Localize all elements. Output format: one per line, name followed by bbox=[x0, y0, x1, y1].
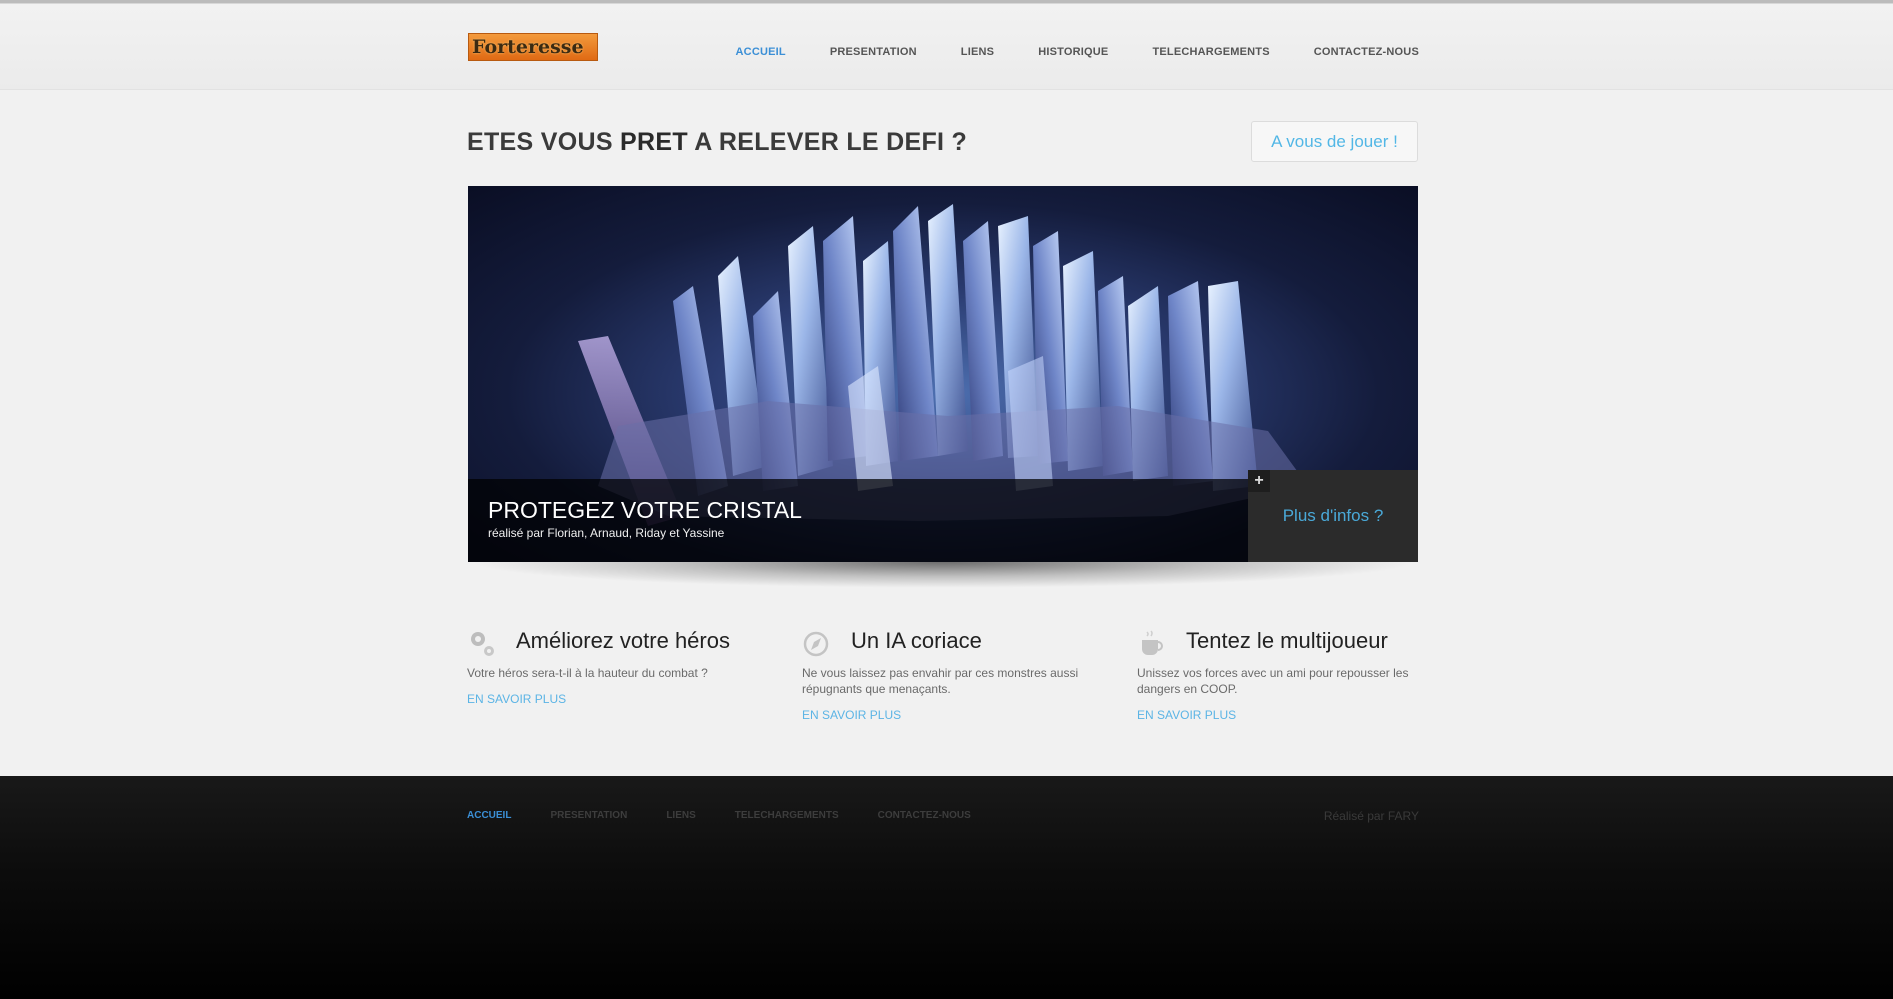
play-button[interactable]: A vous de jouer ! bbox=[1251, 121, 1418, 162]
caption-title: PROTEGEZ VOTRE CRISTAL bbox=[488, 497, 802, 523]
headline-before: ETES VOUS bbox=[467, 128, 621, 156]
feature-more-link[interactable]: EN SAVOIR PLUS bbox=[802, 708, 901, 722]
gears-icon bbox=[471, 632, 494, 656]
nav-presentation[interactable]: PRESENTATION bbox=[830, 46, 917, 58]
headline-after: A RELEVER LE DEFI ? bbox=[687, 128, 968, 156]
more-info-link[interactable]: Plus d'infos ? bbox=[1248, 506, 1418, 526]
nav-contactez-nous[interactable]: CONTACTEZ-NOUS bbox=[1314, 46, 1419, 58]
feature-text: Ne vous laissez pas envahir par ces mons… bbox=[802, 666, 1079, 696]
more-info-box: Plus d'infos ? bbox=[1248, 470, 1418, 562]
feature-more-link[interactable]: EN SAVOIR PLUS bbox=[1137, 708, 1236, 722]
nav-historique[interactable]: HISTORIQUE bbox=[1038, 46, 1108, 58]
feature-text: Unissez vos forces avec un ami pour repo… bbox=[1137, 666, 1409, 696]
feature-title: Un IA coriace bbox=[851, 628, 982, 653]
feature-more-link[interactable]: EN SAVOIR PLUS bbox=[467, 692, 566, 706]
footer-nav-liens[interactable]: LIENS bbox=[666, 810, 695, 821]
feature-text: Votre héros sera-t-il à la hauteur du co… bbox=[467, 666, 708, 680]
main-nav: ACCUEIL PRESENTATION LIENS HISTORIQUE TE… bbox=[692, 46, 1419, 58]
coffee-cup-icon bbox=[1142, 630, 1163, 655]
nav-telechargements[interactable]: TELECHARGEMENTS bbox=[1152, 46, 1269, 58]
plus-icon[interactable]: + bbox=[1248, 470, 1270, 492]
site-header: Forteresse ACCUEIL PRESENTATION LIENS HI… bbox=[0, 4, 1893, 90]
nav-liens[interactable]: LIENS bbox=[961, 46, 994, 58]
site-footer: ACCUEIL PRESENTATION LIENS TELECHARGEMEN… bbox=[0, 776, 1893, 999]
footer-nav: ACCUEIL PRESENTATION LIENS TELECHARGEMEN… bbox=[467, 810, 1010, 821]
footer-nav-telechargements[interactable]: TELECHARGEMENTS bbox=[735, 810, 839, 821]
footer-nav-contactez-nous[interactable]: CONTACTEZ-NOUS bbox=[878, 810, 971, 821]
nav-accueil[interactable]: ACCUEIL bbox=[736, 46, 786, 58]
feature-title: Améliorez votre héros bbox=[516, 628, 730, 653]
site-logo[interactable]: Forteresse bbox=[468, 33, 598, 61]
slider-caption: PROTEGEZ VOTRE CRISTAL réalisé par Flori… bbox=[468, 479, 1248, 562]
compass-icon bbox=[803, 631, 829, 657]
headline-bold: PRET bbox=[620, 128, 688, 156]
footer-nav-accueil[interactable]: ACCUEIL bbox=[467, 810, 511, 821]
caption-subtitle: réalisé par Florian, Arnaud, Riday et Ya… bbox=[488, 526, 725, 540]
slider-shadow bbox=[468, 562, 1418, 588]
page-headline: ETES VOUS PRET A RELEVER LE DEFI ? bbox=[467, 128, 967, 157]
feature-title: Tentez le multijoueur bbox=[1186, 628, 1388, 653]
footer-credit: Réalisé par FARY bbox=[1323, 809, 1419, 823]
logo-text: Forteresse bbox=[472, 36, 584, 58]
footer-nav-presentation[interactable]: PRESENTATION bbox=[550, 810, 627, 821]
